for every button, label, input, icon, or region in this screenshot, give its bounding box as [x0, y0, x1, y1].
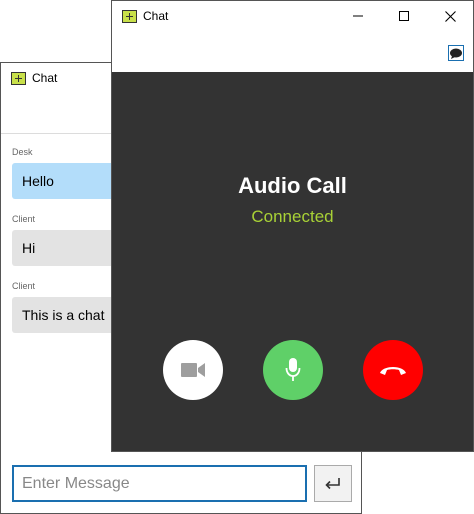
call-window-title: Chat	[143, 9, 169, 23]
enter-arrow-icon	[325, 477, 340, 489]
video-camera-icon	[181, 363, 205, 377]
call-window-titlebar[interactable]: Chat	[112, 1, 473, 31]
call-status: Connected	[251, 207, 334, 226]
hang-up-button[interactable]	[363, 340, 423, 400]
call-title: Audio Call	[238, 173, 347, 198]
phone-hangup-icon	[380, 367, 406, 375]
app-icon	[11, 71, 26, 85]
chat-bubble-icon	[450, 48, 462, 59]
minimize-button[interactable]	[335, 1, 381, 31]
call-toolbar	[112, 31, 473, 72]
microphone-icon	[285, 358, 301, 381]
close-icon	[444, 10, 456, 22]
maximize-button[interactable]	[381, 1, 427, 31]
send-button[interactable]	[314, 465, 352, 502]
video-button[interactable]	[163, 340, 223, 400]
microphone-button[interactable]	[263, 340, 323, 400]
chat-toggle-button[interactable]	[448, 45, 464, 61]
audio-call-window: Chat Audio Call Connected	[111, 0, 474, 452]
message-sender: Client	[12, 214, 36, 224]
maximize-icon	[399, 11, 409, 21]
message-sender: Desk	[12, 147, 33, 157]
minimize-icon	[353, 15, 363, 17]
close-button[interactable]	[427, 1, 473, 31]
message-input[interactable]	[12, 465, 307, 502]
chat-window-title: Chat	[32, 71, 58, 85]
message-sender: Client	[12, 281, 36, 291]
app-icon	[122, 9, 137, 23]
